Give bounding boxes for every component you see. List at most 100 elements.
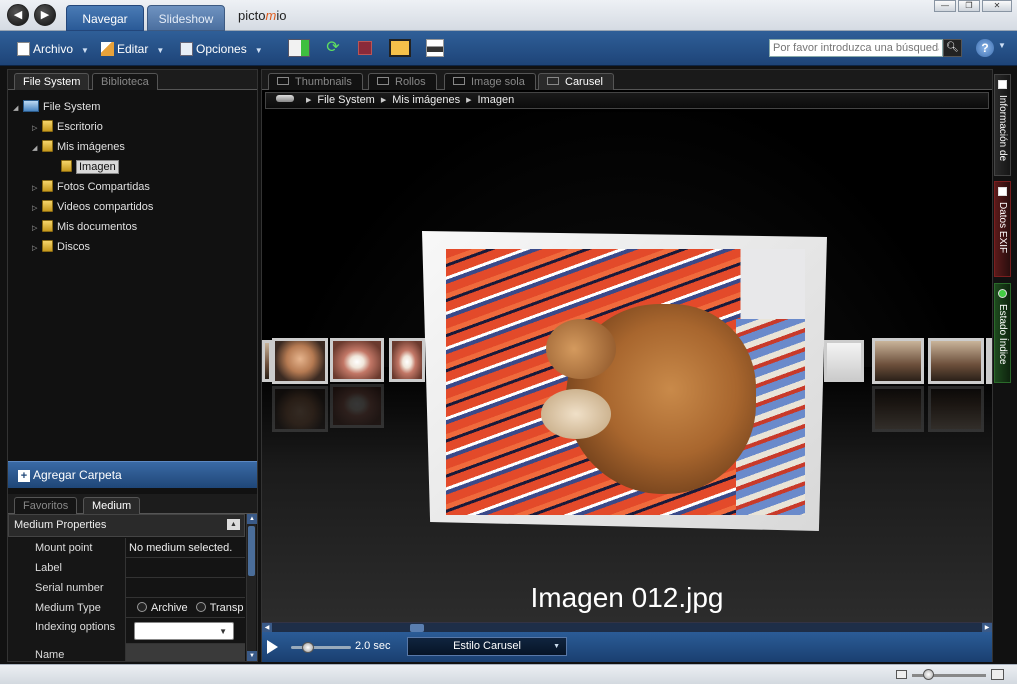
carousel-thumbnail[interactable] [262,340,272,382]
tab-favoritos[interactable]: Favoritos [14,497,78,514]
side-tab-estado[interactable]: Estado Índice [994,283,1011,383]
tab-rollos[interactable]: Rollos [368,73,437,90]
prop-label: Serial number [8,578,126,598]
style-select[interactable]: Estilo Carusel ▼ [407,637,567,656]
scroll-down-icon[interactable]: ▼ [247,651,257,661]
prop-row-medium-type: Medium Type Archive Transp [8,598,245,618]
collapsed-icon[interactable]: ▷ [32,220,42,238]
tree-item-videos-compartidos[interactable]: ▷ Videos compartidos [32,198,153,216]
folder-icon [42,200,53,212]
collapsed-icon[interactable]: ▷ [32,120,42,138]
side-tab-exif[interactable]: Datos EXIF [994,181,1011,277]
thumbnail-reflection [330,384,384,428]
maximize-button[interactable]: ❐ [958,0,980,12]
tab-label: Rollos [395,76,426,88]
breadcrumb-item[interactable]: Imagen [478,94,515,106]
breadcrumb-item[interactable]: Mis imágenes [392,94,460,106]
tree-item-discos[interactable]: ▷ Discos [32,238,90,256]
carousel-thumbnail[interactable] [389,338,425,382]
close-button[interactable]: ✕ [982,0,1012,12]
stop-icon[interactable] [358,41,372,55]
prop-row-indexing: Indexing options ▼ [8,618,245,644]
search-icon[interactable]: 🔍︎ [943,39,962,57]
scroll-up-icon[interactable]: ▲ [247,514,257,524]
zoom-slider-handle[interactable] [923,669,934,680]
tab-medium[interactable]: Medium [83,497,141,514]
viewer-area: Thumbnails Rollos Image sola Carusel ▶ Fi… [261,69,993,662]
minimize-button[interactable]: — [934,0,956,12]
tab-biblioteca[interactable]: Biblioteca [92,73,158,90]
prop-value[interactable] [126,644,245,661]
tab-carusel[interactable]: Carusel [538,73,614,90]
collapsed-icon[interactable]: ▷ [32,200,42,218]
expanded-icon[interactable]: ◢ [13,100,23,118]
screen-icon[interactable] [389,39,411,57]
search-input[interactable] [769,39,943,57]
tree-item-escritorio[interactable]: ▷ Escritorio [32,118,103,136]
carousel-thumbnail[interactable] [872,338,924,384]
tab-slideshow[interactable]: Slideshow [147,5,225,31]
tree-item-imagen[interactable]: Imagen [61,158,119,176]
tree-item-file-system[interactable]: ◢ File System [13,98,100,116]
style-select-value: Estilo Carusel [453,640,521,652]
scroll-thumb[interactable] [410,624,424,632]
tree-item-fotos-compartidas[interactable]: ▷ Fotos Compartidas [32,178,150,196]
side-tab-label: Datos EXIF [997,202,1008,254]
tab-thumbnails[interactable]: Thumbnails [268,73,363,90]
add-icon: + [18,470,30,482]
help-button[interactable]: ? [976,39,994,57]
side-tab-info[interactable]: Información de [994,74,1011,176]
zoom-in-icon[interactable] [991,669,1004,680]
carousel-thumbnail[interactable] [330,338,384,382]
folder-tree: ◢ File System ▷ Escritorio ◢ Mis imágenes I… [8,94,257,460]
carousel-thumbnail[interactable] [928,338,984,384]
add-folder-button[interactable]: + Agregar Carpeta [8,461,257,488]
menu-opciones[interactable]: Opciones ▼ [180,40,263,58]
collapsed-icon[interactable]: ▷ [32,180,42,198]
menu-archivo[interactable]: Archivo ▼ [17,40,89,58]
play-icon[interactable] [267,640,278,654]
carousel-thumbnail[interactable] [272,338,328,384]
breadcrumb: ▶ File System ▶ Mis imágenes ▶ Imagen [265,92,989,109]
carousel-scrollbar[interactable]: ◀ ▶ [262,622,992,633]
chevron-right-icon[interactable]: ▶ [466,97,471,104]
radio-transp[interactable] [195,602,206,612]
thumbnails-icon [277,77,289,85]
breadcrumb-item[interactable]: File System [317,94,374,106]
options-icon [180,42,193,56]
back-button[interactable]: ◀ [7,4,29,26]
collapse-icon[interactable]: ▲ [227,519,240,530]
tab-image-sola[interactable]: Image sola [444,73,536,90]
chevron-down-icon[interactable]: ▼ [998,41,1006,50]
collapsed-icon[interactable]: ▷ [32,240,42,258]
carousel-thumbnail[interactable] [986,338,992,384]
prop-row-mount-point: Mount point No medium selected. [8,538,245,558]
tree-item-mis-imagenes[interactable]: ◢ Mis imágenes [32,138,125,156]
chevron-right-icon[interactable]: ▶ [306,97,311,104]
tree-item-mis-documentos[interactable]: ▷ Mis documentos [32,218,137,236]
forward-button[interactable]: ▶ [34,4,56,26]
chevron-right-icon[interactable]: ▶ [381,97,386,104]
prop-value: ▼ [126,618,245,644]
main-photo[interactable] [446,249,805,515]
tab-file-system[interactable]: File System [14,73,90,90]
speed-slider[interactable] [291,646,351,649]
tab-navegar[interactable]: Navegar [66,5,144,31]
zoom-out-icon[interactable] [896,670,907,679]
expanded-icon[interactable]: ◢ [32,140,42,158]
speed-slider-handle[interactable] [302,642,314,653]
flag-icon [998,80,1007,89]
tree-item-label: Mis documentos [57,221,138,233]
menu-editar[interactable]: Editar ▼ [101,40,164,58]
carousel-thumbnail[interactable] [824,340,864,382]
refresh-icon[interactable]: ⟳ [322,39,344,57]
single-image-icon [453,77,465,85]
indexing-select[interactable]: ▼ [134,622,234,640]
radio-archive[interactable] [137,602,147,612]
print-icon[interactable] [426,39,444,57]
props-scrollbar[interactable]: ▲ ▼ [246,514,257,661]
move-icon[interactable] [288,39,310,57]
prop-value[interactable] [126,578,245,598]
prop-value[interactable] [126,558,245,578]
scroll-thumb[interactable] [248,526,255,576]
